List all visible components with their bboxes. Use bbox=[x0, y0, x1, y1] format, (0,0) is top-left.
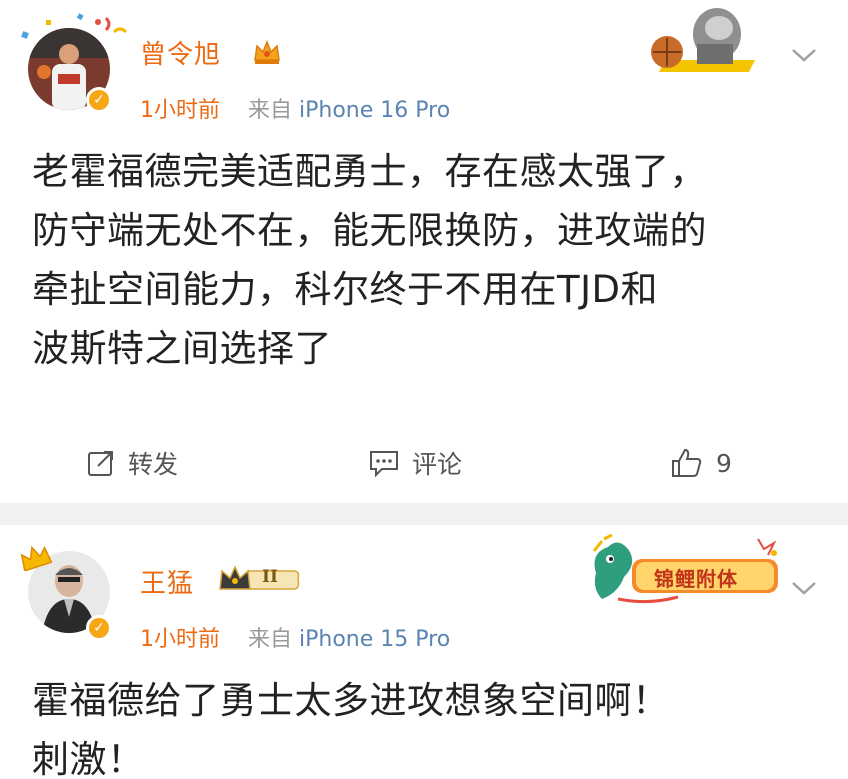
post-meta: 1小时前 来自 iPhone 16 Pro bbox=[140, 92, 450, 124]
post-card: ✓ 曾令旭 1小时前 来自 iPhone 16 Pro 老霍福德完美适配勇士，存… bbox=[0, 0, 848, 503]
content-line: 刺激！ bbox=[32, 738, 145, 779]
post-card: ✓ 王猛 II 1小时前 来自 iPhone 15 Pro 锦鲤附体 霍福德给了… bbox=[0, 525, 848, 779]
verified-badge-icon: ✓ bbox=[86, 615, 112, 641]
repost-label: 转发 bbox=[128, 450, 179, 479]
like-button[interactable]: 9 bbox=[670, 438, 732, 488]
fan-badge-label: 锦鲤附体 bbox=[654, 567, 738, 591]
thumbs-up-icon bbox=[672, 448, 702, 477]
comment-label: 评论 bbox=[412, 450, 463, 479]
crown-level-icon bbox=[219, 565, 300, 590]
avatar-crown-icon bbox=[20, 545, 52, 571]
username[interactable]: 王猛 bbox=[140, 563, 194, 600]
post-divider bbox=[0, 503, 848, 525]
chevron-down-icon[interactable] bbox=[790, 579, 818, 597]
repost-icon bbox=[88, 451, 113, 476]
post-content: 老霍福德完美适配勇士，存在感太强了， 防守端无处不在，能无限换防，进攻端的 牵扯… bbox=[32, 142, 832, 378]
source-prefix: 来自 bbox=[248, 98, 293, 123]
source-prefix: 来自 bbox=[248, 627, 293, 652]
post-content: 霍福德给了勇士太多进攻想象空间啊！ 刺激！ bbox=[32, 671, 832, 779]
content-line: 老霍福德完美适配勇士，存在感太强了， bbox=[32, 150, 707, 193]
confetti-decoration-icon bbox=[21, 13, 128, 39]
action-bar: 转发 评论 9 bbox=[0, 438, 848, 488]
post-meta: 1小时前 来自 iPhone 15 Pro bbox=[140, 621, 450, 653]
content-line: 波斯特之间选择了 bbox=[32, 327, 332, 370]
content-line: 霍福德给了勇士太多进攻想象空间啊！ bbox=[32, 679, 670, 722]
comment-button[interactable]: 评论 bbox=[368, 438, 462, 488]
fan-badge[interactable]: 锦鲤附体 bbox=[588, 533, 788, 607]
chevron-down-icon[interactable] bbox=[790, 46, 818, 64]
verified-badge-icon: ✓ bbox=[86, 87, 112, 113]
device-link[interactable]: iPhone 16 Pro bbox=[299, 98, 450, 123]
post-time: 1小时前 bbox=[140, 98, 220, 123]
repost-button[interactable]: 转发 bbox=[86, 438, 178, 488]
like-count: 9 bbox=[716, 448, 732, 478]
username[interactable]: 曾令旭 bbox=[140, 34, 221, 71]
comment-icon bbox=[370, 451, 398, 478]
fan-card-decoration-icon bbox=[651, 8, 755, 72]
level-label: II bbox=[262, 567, 278, 587]
crown-badge-icon[interactable] bbox=[252, 38, 282, 66]
member-level-badge[interactable]: II bbox=[218, 565, 302, 595]
post-time: 1小时前 bbox=[140, 627, 220, 652]
content-line: 防守端无处不在，能无限换防，进攻端的 bbox=[32, 209, 707, 252]
device-link[interactable]: iPhone 15 Pro bbox=[299, 627, 450, 652]
content-line: 牵扯空间能力，科尔终于不用在TJD和 bbox=[32, 268, 659, 311]
